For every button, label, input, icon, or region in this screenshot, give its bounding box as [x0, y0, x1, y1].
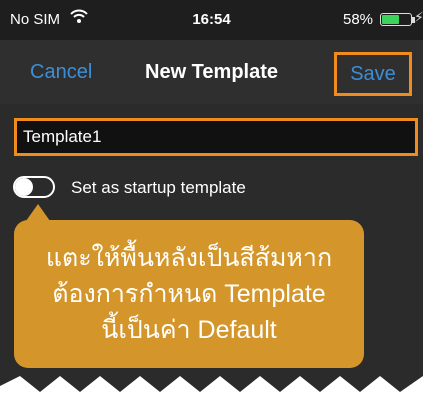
charging-icon: ⚡: [414, 9, 423, 25]
battery-level: [382, 15, 400, 24]
tooltip-pointer: [26, 204, 50, 221]
toggle-knob: [15, 178, 33, 196]
save-button[interactable]: Save: [334, 52, 412, 96]
battery-percent: 58%: [343, 11, 374, 28]
tooltip-line-1: แตะให้พื้นหลังเป็นสีส้มหาก: [45, 244, 333, 272]
zigzag-edge: [0, 376, 423, 398]
startup-template-toggle[interactable]: [13, 176, 55, 198]
navigation-bar: Cancel New Template Save: [0, 40, 423, 104]
template-name-input[interactable]: [17, 121, 415, 153]
template-name-field[interactable]: [14, 118, 418, 156]
battery-icon: [380, 13, 412, 26]
status-bar: No SIM 16:54 58% ⚡: [0, 0, 423, 40]
tooltip-line-2: ต้องการกำหนด Template: [52, 280, 326, 308]
startup-template-label: Set as startup template: [71, 178, 246, 197]
tooltip-line-3: นี้เป็นค่า Default: [101, 316, 277, 344]
hint-tooltip: แตะให้พื้นหลังเป็นสีส้มหาก ต้องการกำหนด …: [14, 220, 364, 368]
